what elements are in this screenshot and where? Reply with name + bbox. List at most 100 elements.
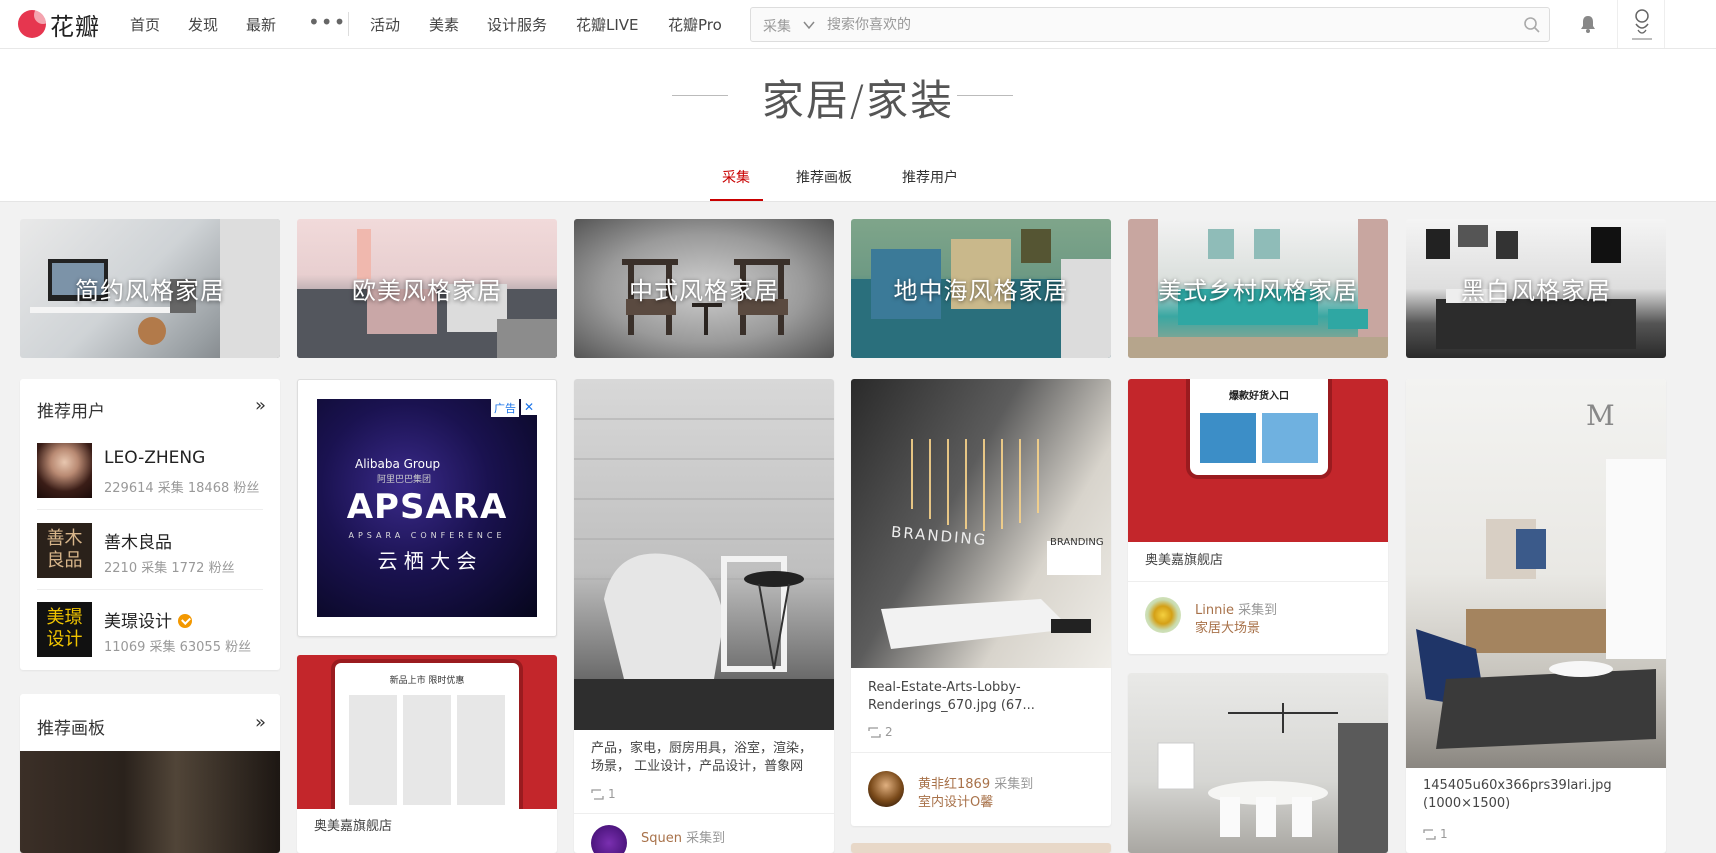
category-hero: 家居/家装 采集 推荐画板 推荐用户	[0, 49, 1716, 202]
repin-icon	[868, 726, 881, 738]
user-item[interactable]: 美璟 设计 美璟设计 11069 采集 63055 粉丝	[37, 602, 263, 670]
active-tab-indicator	[710, 199, 763, 201]
pin-image[interactable]: 新品上市 限时优惠	[297, 655, 557, 809]
ad-label: 广告	[491, 399, 519, 417]
pin-card[interactable]: M 145405u60x366prs39lari.jpg (1000×1500)…	[1406, 379, 1666, 853]
pin-action: 采集到	[686, 831, 726, 846]
repin-count: 1	[1423, 827, 1448, 841]
recommended-boards-panel: 推荐画板 »	[20, 694, 280, 853]
nav-meisu[interactable]: 美素	[429, 14, 459, 35]
category-tile-european[interactable]: 欧美风格家居	[297, 219, 557, 358]
nav-home[interactable]: 首页	[130, 14, 160, 35]
category-label: 美式乡村风格家居	[1158, 277, 1358, 305]
title-line-right	[957, 95, 1013, 96]
pin-card-partial[interactable]	[851, 843, 1111, 853]
ad-brand-cn: 阿里巴巴集团	[377, 475, 432, 485]
pin-user-name[interactable]: 黄非红1869	[918, 777, 990, 792]
product-banner: 爆款好货入口	[1186, 379, 1332, 479]
nav-design-service[interactable]: 设计服务	[487, 14, 547, 35]
product-grid	[349, 695, 505, 805]
user-name[interactable]: 美璟设计	[104, 612, 172, 632]
verified-badge-icon	[178, 614, 192, 628]
nav-events[interactable]: 活动	[370, 14, 400, 35]
pin-image[interactable]: BRANDING BRANDING	[851, 379, 1111, 668]
user-item[interactable]: LEO-ZHENG 229614 采集 18468 粉丝	[37, 443, 263, 521]
pin-user-name[interactable]: Linnie	[1195, 603, 1234, 618]
more-menu-button[interactable]: •••	[308, 10, 346, 34]
living-room-image	[1416, 459, 1666, 749]
chevron-down-icon[interactable]	[801, 17, 817, 33]
search-type-select[interactable]: 采集	[763, 16, 791, 36]
pin-card[interactable]: 产品，家电，厨房用具，浴室，渲染，场景， 工业设计，产品设计，普象网 1 Squ…	[574, 379, 834, 853]
pin-user-name[interactable]: Squen	[641, 831, 682, 846]
pin-image[interactable]	[1128, 673, 1388, 853]
user-name-wrap[interactable]: 美璟设计	[104, 607, 192, 632]
avatar-icon	[1632, 9, 1652, 40]
pin-image[interactable]: M	[1406, 379, 1666, 768]
search-icon[interactable]	[1523, 16, 1541, 34]
product-thumb	[1262, 413, 1318, 463]
category-tile-minimal[interactable]: 简约风格家居	[20, 219, 280, 358]
user-item[interactable]: 善木 良品 善木良品 2210 采集 1772 粉丝	[37, 523, 263, 601]
lobby-sign-small: BRANDING	[1050, 537, 1104, 548]
category-tile-black-white[interactable]: 黑白风格家居	[1406, 219, 1666, 358]
pin-image[interactable]: 爆款好货入口	[1128, 379, 1388, 542]
user-avatar[interactable]: 善木 良品	[37, 523, 92, 578]
repin-icon	[1423, 828, 1436, 840]
dining-room-image	[1157, 703, 1388, 853]
category-label: 简约风格家居	[75, 277, 225, 305]
ad-subtitle: APSARA CONFERENCE	[348, 531, 506, 540]
ad-card[interactable]: 广告 ✕ Alibaba Group 阿里巴巴集团 APSARA APSARA …	[297, 379, 557, 637]
category-tile-mediterranean[interactable]: 地中海风格家居	[851, 219, 1111, 358]
repin-count: 2	[868, 725, 893, 739]
search-box: 采集	[750, 7, 1550, 42]
product-thumb	[1200, 413, 1256, 463]
logo-icon	[18, 10, 46, 38]
recommended-boards-title: 推荐画板	[37, 719, 105, 739]
search-input[interactable]	[827, 13, 1487, 37]
pin-source[interactable]: 奥美嘉旗舰店	[1145, 552, 1223, 570]
user-avatar-button[interactable]	[1617, 0, 1665, 48]
pin-user-avatar[interactable]	[868, 771, 904, 807]
nav-huaban-live[interactable]: 花瓣LIVE	[576, 14, 639, 35]
category-tile-american-rustic[interactable]: 美式乡村风格家居	[1128, 219, 1388, 358]
notification-bell-icon[interactable]	[1578, 14, 1598, 34]
pin-user-avatar[interactable]	[591, 825, 627, 853]
category-label: 欧美风格家居	[352, 277, 502, 305]
category-label: 中式风格家居	[629, 277, 779, 305]
pin-board-name[interactable]: 室内设计O馨	[918, 791, 993, 810]
user-avatar[interactable]: 美璟 设计	[37, 602, 92, 657]
ad-image[interactable]: 广告 ✕ Alibaba Group 阿里巴巴集团 APSARA APSARA …	[317, 399, 537, 617]
pin-card[interactable]: 爆款好货入口 奥美嘉旗舰店 Linnie 采集到 家居大场景	[1128, 379, 1388, 654]
recommended-users-title: 推荐用户	[37, 402, 105, 422]
user-name[interactable]: LEO-ZHENG	[104, 448, 205, 468]
logo-text: 花瓣	[50, 12, 100, 41]
recommended-users-more-link[interactable]: »	[255, 395, 266, 416]
tab-pins[interactable]: 采集	[722, 167, 750, 187]
repin-icon	[591, 788, 604, 800]
nav-divider	[348, 12, 349, 36]
pin-source[interactable]: 奥美嘉旗舰店	[314, 818, 392, 836]
pin-image[interactable]	[574, 379, 834, 730]
pin-card[interactable]: 新品上市 限时优惠 奥美嘉旗舰店	[297, 655, 557, 853]
nav-latest[interactable]: 最新	[246, 14, 276, 35]
category-label: 地中海风格家居	[893, 277, 1069, 305]
pin-card[interactable]	[1128, 673, 1388, 853]
repin-count-value: 2	[885, 725, 893, 739]
pin-card[interactable]: BRANDING BRANDING Real-Estate-Arts-Lobby…	[851, 379, 1111, 826]
category-tile-chinese[interactable]: 中式风格家居	[574, 219, 834, 358]
tab-recommended-boards[interactable]: 推荐画板	[796, 167, 852, 187]
recommended-boards-more-link[interactable]: »	[255, 712, 266, 733]
pin-user-avatar[interactable]	[1145, 597, 1181, 633]
huaban-logo[interactable]: 花瓣	[18, 8, 100, 41]
tab-recommended-users[interactable]: 推荐用户	[902, 167, 958, 187]
user-avatar[interactable]	[37, 443, 92, 498]
banner-text: 爆款好货入口	[1229, 391, 1289, 402]
lobby-image	[881, 439, 1101, 649]
board-cover-image[interactable]	[20, 751, 280, 853]
nav-huaban-pro[interactable]: 花瓣Pro	[668, 14, 722, 35]
nav-discover[interactable]: 发现	[188, 14, 218, 35]
pin-board-name[interactable]: 家居大场景	[1195, 617, 1260, 636]
user-name[interactable]: 善木良品	[104, 528, 172, 553]
ad-close-icon[interactable]: ✕	[521, 399, 537, 415]
